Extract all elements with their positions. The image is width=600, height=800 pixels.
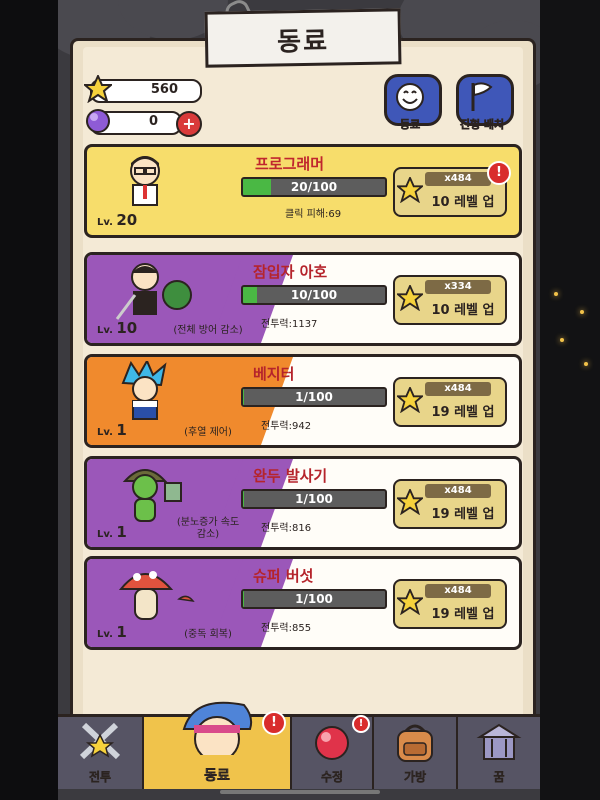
companion-level: Lv. 1: [97, 623, 127, 641]
title-banner: 동료: [204, 8, 402, 68]
companion-card-super-mushroom[interactable]: Lv. 1 (중독 회복) 슈퍼 버섯 1/100 전투력:855 x484 1…: [84, 556, 522, 650]
level-progress-bar: 1/100: [241, 489, 387, 509]
level-progress-text: 1/100: [295, 492, 333, 506]
level-up-cost: x334: [425, 280, 491, 294]
level-progress-bar: 20/100: [241, 177, 387, 197]
companion-card-pea-shooter[interactable]: Lv. 1 (분노증가 속도 감소) 완두 발사기 1/100 전투력:816 …: [84, 456, 522, 550]
star-icon: [397, 285, 423, 311]
level-progress-bar: 1/100: [241, 589, 387, 609]
smiley-face-icon: [396, 83, 424, 111]
level-progress-bar: 10/100: [241, 285, 387, 305]
companion-stat: 전투력:1137: [261, 319, 318, 330]
formation-button-label: 진형 배치: [459, 118, 505, 132]
tab-label: 동료: [204, 768, 230, 785]
companion-card-vegeta[interactable]: Lv. 1 (후열 제어) 베지터 1/100 전투력:942 x484 19 …: [84, 354, 522, 448]
level-progress-text: 1/100: [295, 390, 333, 404]
pea-shooter-portrait: [115, 463, 182, 525]
companion-name: 완두 발사기: [253, 467, 328, 485]
orb-counter: 0: [86, 109, 182, 135]
pea-shooter-character-icon: [122, 469, 182, 522]
tab-crystal[interactable]: 수정 !: [292, 715, 374, 789]
companion-level: Lv. 10: [97, 319, 138, 337]
companion-skill: (중독 회복): [184, 629, 232, 640]
level-up-cost: x484: [425, 484, 491, 498]
add-orbs-button[interactable]: +: [176, 111, 202, 137]
vegeta-portrait: [115, 358, 175, 423]
companion-skill: (후열 제어): [184, 427, 232, 438]
star-counter: 560: [84, 75, 202, 103]
level-progress-bar: 1/100: [241, 387, 387, 407]
companion-name: 프로그래머: [255, 155, 325, 173]
level-up-label: 19 레벨 업: [431, 507, 495, 522]
star-icon: [397, 489, 423, 515]
companion-level: Lv. 20: [97, 211, 138, 229]
formation-button[interactable]: 진형 배치: [456, 74, 514, 131]
companion-skill: (전체 방어 감소): [173, 325, 243, 336]
level-up-cost: x484: [425, 172, 491, 186]
tab-label: 전투: [88, 770, 112, 785]
backpack-icon: [397, 724, 433, 762]
companions-button[interactable]: 동료: [384, 74, 442, 131]
tab-battle[interactable]: 전투: [58, 717, 144, 789]
companion-stat: 클릭 피해:69: [285, 209, 342, 220]
programmer-portrait: [115, 151, 175, 213]
battle-icon: [79, 722, 121, 760]
companion-skill: (분노증가 속도 감소): [176, 517, 240, 540]
alert-badge: !: [352, 715, 370, 733]
orb-count: 0: [148, 114, 158, 129]
companion-stat: 전투력:855: [261, 623, 312, 634]
alert-badge: !: [262, 711, 286, 735]
tab-label: 가방: [403, 770, 427, 785]
mushroom-character-icon: [118, 571, 195, 620]
level-progress-text: 1/100: [295, 592, 333, 606]
infiltrator-portrait: [115, 259, 192, 321]
level-progress-text: 20/100: [290, 180, 338, 194]
home-indicator: [220, 790, 380, 794]
companion-name: 베지터: [253, 365, 295, 383]
level-up-label: 19 레벨 업: [431, 405, 495, 420]
bottom-tab-bar: 전투 동료 ! 수정 ! 가방 꿈: [58, 701, 540, 789]
level-progress-text: 10/100: [290, 288, 338, 302]
level-up-button[interactable]: x484 19 레벨 업: [393, 377, 507, 427]
level-up-button[interactable]: x484 19 레벨 업: [393, 479, 507, 529]
alert-badge: !: [487, 161, 511, 185]
star-icon: [397, 589, 423, 615]
companion-level: Lv. 1: [97, 421, 127, 439]
star-count: 560: [150, 82, 178, 97]
page-title: 동료: [276, 26, 330, 58]
companion-name: 슈퍼 버섯: [253, 567, 314, 585]
companion-level: Lv. 1: [97, 523, 127, 541]
left-letterbox: [0, 0, 58, 800]
companion-name: 잠입자 아호: [253, 263, 328, 281]
star-icon: [397, 177, 423, 203]
level-up-label: 10 레벨 업: [431, 195, 495, 210]
star-icon: [397, 387, 423, 413]
tab-label: 꿈: [493, 770, 505, 785]
star-icon: [84, 75, 112, 103]
programmer-character-icon: [130, 156, 160, 206]
level-up-cost: x484: [425, 584, 491, 598]
companion-card-programmer[interactable]: Lv. 20 프로그래머 20/100 클릭 피해:69 x484 10 레벨 …: [84, 144, 522, 238]
tab-companions[interactable]: 동료 !: [144, 701, 292, 789]
companion-card-infiltrator[interactable]: Lv. 10 (전체 방어 감소) 잠입자 아호 10/100 전투력:1137…: [84, 252, 522, 346]
dream-temple-icon: [476, 723, 522, 760]
companion-stat: 전투력:816: [261, 523, 312, 534]
infiltrator-character-icon: [115, 263, 192, 320]
companions-button-label: 동료: [399, 118, 421, 132]
mushroom-portrait: [115, 563, 195, 625]
level-up-label: 10 레벨 업: [431, 303, 495, 318]
companion-stat: 전투력:942: [261, 421, 312, 432]
level-up-cost: x484: [425, 382, 491, 396]
tab-dream[interactable]: 꿈: [458, 717, 540, 789]
level-up-button[interactable]: x334 10 레벨 업: [393, 275, 507, 325]
right-letterbox: [540, 0, 600, 800]
level-up-label: 19 레벨 업: [431, 607, 495, 622]
tab-bag[interactable]: 가방: [374, 717, 458, 789]
level-up-button[interactable]: x484 19 레벨 업: [393, 579, 507, 629]
purple-orb-icon: [86, 109, 110, 133]
vegeta-character-icon: [121, 358, 167, 420]
flag-icon: [471, 82, 493, 111]
tab-label: 수정: [320, 770, 344, 785]
